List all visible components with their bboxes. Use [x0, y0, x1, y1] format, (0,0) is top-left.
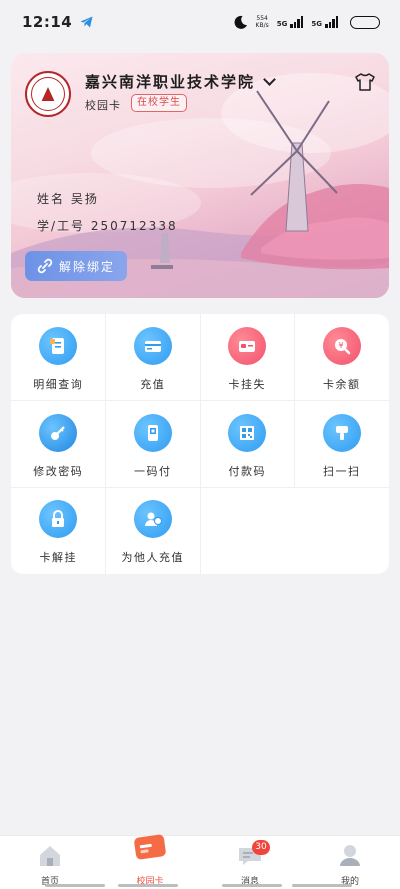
lock-icon	[39, 500, 78, 539]
svg-text:¥: ¥	[338, 341, 343, 350]
service-unlock-card[interactable]: 卡解挂	[11, 487, 106, 574]
chevron-down-icon	[263, 72, 276, 86]
nav-item-profile[interactable]: 我的	[300, 836, 400, 889]
network-speed: 554 KB/s	[255, 15, 269, 29]
qr-code-icon	[228, 413, 267, 452]
gesture-bar	[222, 884, 282, 887]
profile-icon	[340, 845, 360, 866]
service-detail-query[interactable]: 明细查询	[11, 314, 106, 401]
gesture-bar	[118, 884, 178, 887]
key-icon	[39, 413, 78, 452]
card-recharge-icon	[133, 327, 172, 365]
balance-search-icon: ¥	[322, 327, 361, 365]
battery-icon	[350, 15, 380, 29]
document-list-icon	[39, 327, 78, 365]
service-recharge[interactable]: 充值	[106, 314, 201, 401]
nav-item-messages[interactable]: 消息	[200, 836, 300, 889]
campus-card: 嘉兴南洋职业技术学院 校园卡 在校学生 姓名 吴扬 学/工号 250712338…	[11, 53, 389, 298]
card-skin-icon[interactable]	[355, 73, 375, 91]
unlink-icon	[37, 258, 53, 274]
school-name: 嘉兴南洋职业技术学院	[85, 73, 256, 91]
service-scan[interactable]: 扫一扫	[295, 401, 390, 488]
service-change-password[interactable]: 修改密码	[11, 401, 106, 488]
recharge-others-icon	[133, 500, 172, 539]
phone-pay-icon	[133, 413, 172, 452]
service-one-code-pay[interactable]: 一码付	[106, 401, 201, 488]
bottom-nav: 首页 校园卡 消息 我的	[0, 834, 400, 889]
moon-icon	[234, 15, 247, 29]
home-icon	[40, 846, 60, 866]
service-balance[interactable]: ¥ 卡余额	[295, 314, 390, 401]
status-bar: 12:14 554 KB/s 5G 5G	[0, 0, 400, 44]
scan-icon	[322, 413, 361, 452]
campus-card-icon	[134, 834, 166, 860]
service-recharge-others[interactable]: 为他人充值	[106, 487, 201, 574]
card-type: 校园卡	[85, 99, 121, 112]
clock: 12:14	[22, 13, 73, 31]
gesture-bar	[292, 884, 352, 887]
unbind-label: 解除绑定	[58, 259, 115, 274]
signal-2: 5G	[311, 16, 338, 28]
nav-item-campus-card[interactable]: 校园卡	[100, 834, 200, 889]
cardholder-id: 学/工号 250712338	[37, 219, 178, 233]
service-payment-code[interactable]: 付款码	[200, 401, 295, 488]
telegram-icon	[80, 16, 93, 28]
card-report-loss-icon	[228, 327, 267, 365]
signal-bars-icon	[325, 16, 338, 28]
status-badge: 在校学生	[131, 94, 187, 112]
school-logo	[25, 71, 71, 117]
unbind-button[interactable]: 解除绑定	[25, 251, 127, 281]
cardholder-name: 姓名 吴扬	[37, 192, 99, 206]
services-grid: 明细查询 充值 卡挂失 ¥ 卡余额 修改密码 一码付 付款码 扫一扫 卡解挂 为…	[11, 314, 389, 574]
school-selector[interactable]: 嘉兴南洋职业技术学院	[85, 71, 276, 92]
message-count-badge: 30	[252, 840, 270, 855]
signal-1: 5G	[277, 16, 304, 28]
nav-item-home[interactable]: 首页	[0, 836, 100, 889]
service-report-loss[interactable]: 卡挂失	[200, 314, 295, 401]
gesture-bar	[45, 884, 105, 887]
signal-bars-icon	[290, 16, 304, 28]
